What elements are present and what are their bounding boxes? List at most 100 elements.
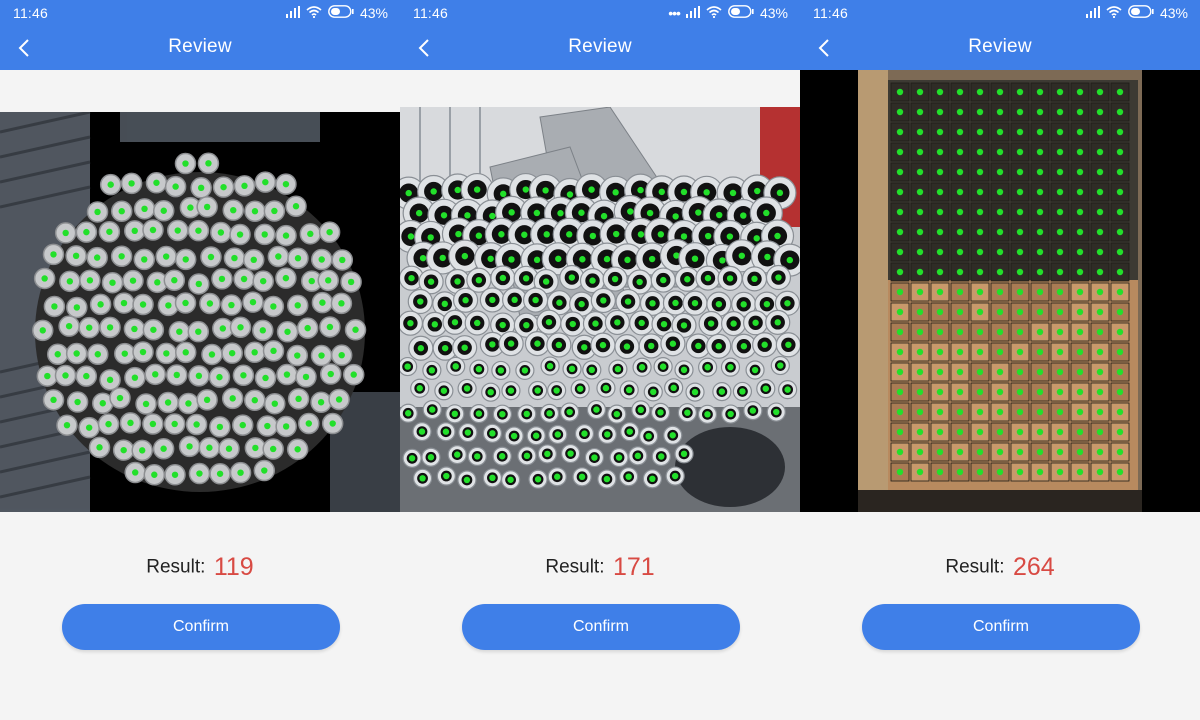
count-marker [614,319,621,326]
count-marker [784,386,791,393]
count-marker [1036,348,1044,356]
count-marker [427,278,435,285]
count-marker [896,448,904,456]
count-marker [237,324,244,331]
count-marker [523,452,531,460]
count-marker [996,448,1004,456]
count-marker [1056,388,1064,396]
count-marker [83,228,90,236]
count-marker [1056,288,1064,296]
count-marker [566,408,573,416]
count-marker [162,253,170,260]
count-marker [533,256,541,264]
count-marker [497,367,505,374]
count-marker [1076,188,1084,196]
count-marker [916,328,924,336]
count-marker [172,183,179,190]
count-marker [976,188,984,196]
count-marker [236,231,244,238]
count-marker [936,388,944,396]
count-marker [704,232,712,240]
count-marker [648,255,656,263]
count-marker [1116,368,1124,376]
count-marker [557,210,564,217]
count-marker [1036,108,1044,116]
count-marker [451,319,459,326]
status-icons: 43% [1085,5,1188,21]
page-title: Review [168,36,232,57]
count-marker [50,251,57,258]
confirm-button[interactable]: Confirm [62,604,340,650]
count-marker [1036,208,1044,216]
count-marker [916,388,924,396]
count-marker [474,319,481,327]
count-marker [1076,408,1084,416]
count-marker [196,470,203,477]
count-marker [657,231,665,238]
count-marker [591,454,598,461]
count-marker [1116,208,1124,216]
count-marker [338,351,345,359]
count-marker [282,274,290,282]
count-marker [86,324,93,331]
confirm-button[interactable]: Confirm [862,604,1140,650]
count-marker [600,212,608,220]
count-marker [684,276,691,283]
count-marker [976,108,984,116]
count-marker [726,233,734,240]
count-marker [976,268,984,276]
count-marker [976,148,984,156]
count-marker [707,320,715,327]
count-marker [203,203,211,211]
count-marker [1036,248,1044,256]
review-screen-2: 11:46 ••• 43% Review Result: 171 Confirm [400,0,800,720]
count-marker [1036,188,1044,196]
count-marker [704,411,711,418]
count-marker [65,322,73,330]
count-marker [1016,88,1024,96]
count-marker [1016,308,1024,316]
count-marker [451,410,458,418]
count-marker [576,385,584,392]
confirm-button[interactable]: Confirm [462,604,740,650]
count-marker [464,429,472,436]
count-marker [1036,328,1044,336]
count-marker [206,444,213,451]
count-marker [508,256,515,263]
count-marker [976,448,984,456]
count-marker [636,278,643,286]
count-marker [182,349,189,356]
count-marker [150,326,157,333]
count-marker [704,274,712,282]
count-marker [1096,468,1104,476]
count-marker [1016,208,1024,216]
count-marker [1076,348,1084,356]
count-marker [427,454,435,461]
count-marker [151,471,158,478]
count-marker [131,325,138,333]
count-marker [1016,388,1024,396]
count-marker [716,211,723,219]
count-marker [680,233,688,240]
count-marker [1036,408,1044,416]
count-marker [452,363,459,370]
count-marker [956,188,964,196]
count-marker [542,278,550,285]
count-marker [405,189,412,197]
count-marker [773,408,780,416]
count-marker [473,186,481,193]
count-marker [896,148,904,156]
count-marker [499,321,506,329]
count-marker [754,187,761,195]
count-marker [624,298,632,305]
count-marker [73,304,81,311]
count-marker [216,373,223,381]
count-marker [612,230,620,238]
count-marker [785,341,792,348]
count-marker [1036,368,1044,376]
count-marker [916,188,924,196]
count-marker [1076,108,1084,116]
count-marker [1076,248,1084,256]
count-marker [1096,448,1104,456]
count-marker [118,208,125,215]
